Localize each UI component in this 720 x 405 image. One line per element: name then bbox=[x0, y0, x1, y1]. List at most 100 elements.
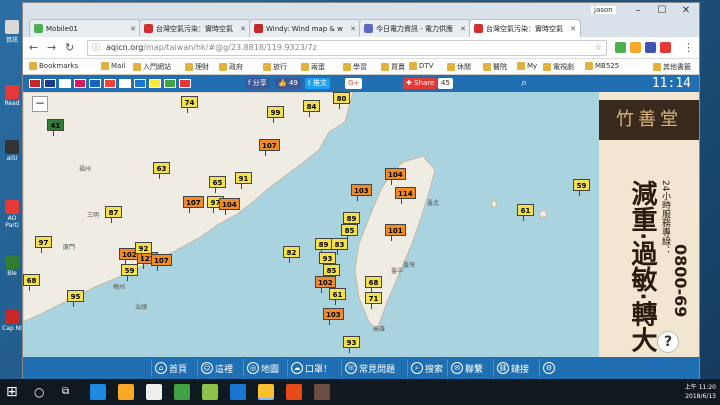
aqi-station-marker[interactable]: 61 bbox=[329, 288, 346, 305]
bookmark-item[interactable]: 理財 bbox=[185, 62, 209, 72]
app-icon[interactable] bbox=[286, 384, 302, 400]
aqi-station-marker[interactable]: 103 bbox=[351, 184, 372, 201]
settings-icon[interactable]: ⚙ bbox=[539, 359, 555, 377]
desktop-icon[interactable]: Read bbox=[2, 85, 22, 107]
bookmark-item[interactable]: MB525 bbox=[585, 62, 619, 70]
browser-tab[interactable]: 今日電力資訊 - 電力供應 ✕ bbox=[359, 19, 471, 37]
bottom-nav-item[interactable]: ◎ 地圖 bbox=[243, 359, 279, 377]
aqi-station-marker[interactable]: 114 bbox=[395, 187, 416, 204]
aqi-station-marker[interactable]: 84 bbox=[303, 100, 320, 117]
bottom-nav-item[interactable]: ⌕ 搜索 bbox=[407, 359, 443, 377]
close-tab-icon[interactable]: ✕ bbox=[130, 25, 136, 33]
help-button[interactable]: ? bbox=[657, 331, 679, 353]
bookmark-item[interactable]: Mail bbox=[101, 62, 125, 70]
language-flag-icon[interactable] bbox=[29, 79, 41, 88]
edge-icon[interactable] bbox=[90, 384, 106, 400]
aqi-map[interactable]: 福州廈門汕頭臺北臺中高雄臺灣梅州龍岩三明 4174998480107636591… bbox=[23, 92, 599, 357]
forward-icon[interactable]: → bbox=[47, 41, 56, 54]
store-icon[interactable] bbox=[146, 384, 162, 400]
bottom-nav-item[interactable]: ☁ 口罩！ bbox=[287, 359, 332, 377]
reload-icon[interactable]: ↻ bbox=[65, 41, 74, 54]
aqi-station-marker[interactable]: 103 bbox=[323, 308, 344, 325]
bookmark-item[interactable]: My bbox=[517, 62, 537, 70]
bookmark-item[interactable]: 入門網站 bbox=[133, 62, 171, 72]
bookmark-item[interactable]: 休閒 bbox=[447, 62, 471, 72]
bookmark-item[interactable]: 學習 bbox=[343, 62, 367, 72]
language-flag-icon[interactable] bbox=[179, 79, 191, 88]
aqi-station-marker[interactable]: 102 bbox=[315, 276, 336, 293]
desktop-icon[interactable]: Ble bbox=[2, 255, 22, 277]
bookmark-item[interactable]: 電視劇 bbox=[543, 62, 574, 72]
aqi-station-marker[interactable]: 92 bbox=[135, 242, 152, 259]
aqi-station-marker[interactable]: 71 bbox=[365, 292, 382, 309]
browser-tab[interactable]: 台灣空氣污染：實時空氣 ✕ bbox=[469, 19, 581, 37]
aqi-station-marker[interactable]: 91 bbox=[235, 172, 252, 189]
task-view-icon[interactable]: ⧉ bbox=[62, 384, 78, 400]
bottom-nav-item[interactable]: ✉ 聯繫 bbox=[447, 359, 483, 377]
aqi-station-marker[interactable]: 107 bbox=[151, 254, 172, 271]
aqi-station-marker[interactable]: 93 bbox=[343, 336, 360, 353]
aqi-station-marker[interactable]: 59 bbox=[573, 179, 590, 196]
aqi-station-marker[interactable]: 68 bbox=[23, 274, 40, 291]
close-window-button[interactable]: ✕ bbox=[675, 5, 697, 19]
aqi-station-marker[interactable]: 85 bbox=[323, 264, 340, 281]
aqi-station-marker[interactable]: 74 bbox=[181, 96, 198, 113]
extension-icon[interactable] bbox=[660, 42, 671, 53]
extension-icon[interactable] bbox=[630, 42, 641, 53]
aqi-station-marker[interactable]: 95 bbox=[67, 290, 84, 307]
aqi-station-marker[interactable]: 104 bbox=[219, 198, 240, 215]
close-tab-icon[interactable]: ✕ bbox=[460, 25, 466, 33]
other-bookmarks[interactable]: 其他書籤 bbox=[653, 62, 691, 72]
desktop-icon[interactable]: AO Parti bbox=[2, 200, 22, 229]
bottom-nav-item[interactable]: ⛓ 鏈接 bbox=[493, 359, 529, 377]
system-clock[interactable]: 上午 11:20 2018/6/13 bbox=[685, 383, 716, 401]
aqi-station-marker[interactable]: 97 bbox=[35, 236, 52, 253]
language-flag-icon[interactable] bbox=[164, 79, 176, 88]
close-tab-icon[interactable]: ✕ bbox=[570, 25, 576, 33]
aqi-station-marker[interactable]: 85 bbox=[341, 224, 358, 241]
language-flag-icon[interactable] bbox=[59, 79, 71, 88]
info-icon[interactable]: ⓘ bbox=[92, 41, 100, 55]
app-icon[interactable] bbox=[202, 384, 218, 400]
menu-icon[interactable]: ⋮ bbox=[683, 41, 694, 54]
url-input[interactable]: ⓘ aqicn.org/map/taiwan/hk/#@g/23.8818/11… bbox=[87, 40, 607, 56]
share-button[interactable]: ✚ Share bbox=[403, 78, 438, 89]
language-flag-icon[interactable] bbox=[89, 79, 101, 88]
extension-icon[interactable] bbox=[615, 42, 626, 53]
language-flag-icon[interactable] bbox=[134, 79, 146, 88]
aqi-station-marker[interactable]: 89 bbox=[315, 238, 332, 255]
aqi-station-marker[interactable]: 82 bbox=[283, 246, 300, 263]
bookmark-item[interactable]: 買賣 bbox=[381, 62, 405, 72]
close-tab-icon[interactable]: ✕ bbox=[240, 25, 246, 33]
aqi-station-marker[interactable]: 59 bbox=[121, 264, 138, 281]
aqi-station-marker[interactable]: 83 bbox=[331, 238, 348, 255]
back-icon[interactable]: ← bbox=[29, 41, 38, 54]
language-flag-icon[interactable] bbox=[149, 79, 161, 88]
bookmark-item[interactable]: 旅行 bbox=[263, 62, 287, 72]
app-icon[interactable] bbox=[230, 384, 246, 400]
twitter-share-button[interactable]: t 推文 bbox=[305, 78, 330, 89]
aqi-station-marker[interactable]: 99 bbox=[267, 106, 284, 123]
aqi-station-marker[interactable]: 101 bbox=[385, 224, 406, 241]
aqi-station-marker[interactable]: 107 bbox=[259, 139, 280, 156]
aqi-station-marker[interactable]: 80 bbox=[333, 92, 350, 109]
aqi-station-marker[interactable]: 68 bbox=[365, 276, 382, 293]
language-flag-icon[interactable] bbox=[119, 79, 131, 88]
language-flag-icon[interactable] bbox=[104, 79, 116, 88]
desktop-icon[interactable]: aiSi bbox=[2, 140, 22, 162]
app-icon[interactable] bbox=[174, 384, 190, 400]
aqi-station-marker[interactable]: 61 bbox=[517, 204, 534, 221]
bookmark-item[interactable]: 醫院 bbox=[483, 62, 507, 72]
search-icon[interactable]: ⌕ bbox=[521, 76, 527, 90]
minimize-button[interactable]: – bbox=[627, 5, 649, 19]
desktop-icon[interactable]: 資訊 bbox=[2, 20, 22, 44]
aqi-station-marker[interactable]: 63 bbox=[153, 162, 170, 179]
close-tab-icon[interactable]: ✕ bbox=[350, 25, 356, 33]
bookmark-item[interactable]: 兩蛋 bbox=[301, 62, 325, 72]
aqi-station-marker[interactable]: 104 bbox=[385, 168, 406, 185]
facebook-share-button[interactable]: f 分享 bbox=[245, 78, 270, 89]
extension-icon[interactable] bbox=[645, 42, 656, 53]
browser-tab[interactable]: Mobile01 ✕ bbox=[29, 19, 141, 37]
advertisement[interactable]: 竹善堂 減重‧過敏‧轉大 24小時服務專線： 0800-69 bbox=[599, 92, 699, 357]
start-icon[interactable]: ⊞ bbox=[6, 384, 22, 400]
